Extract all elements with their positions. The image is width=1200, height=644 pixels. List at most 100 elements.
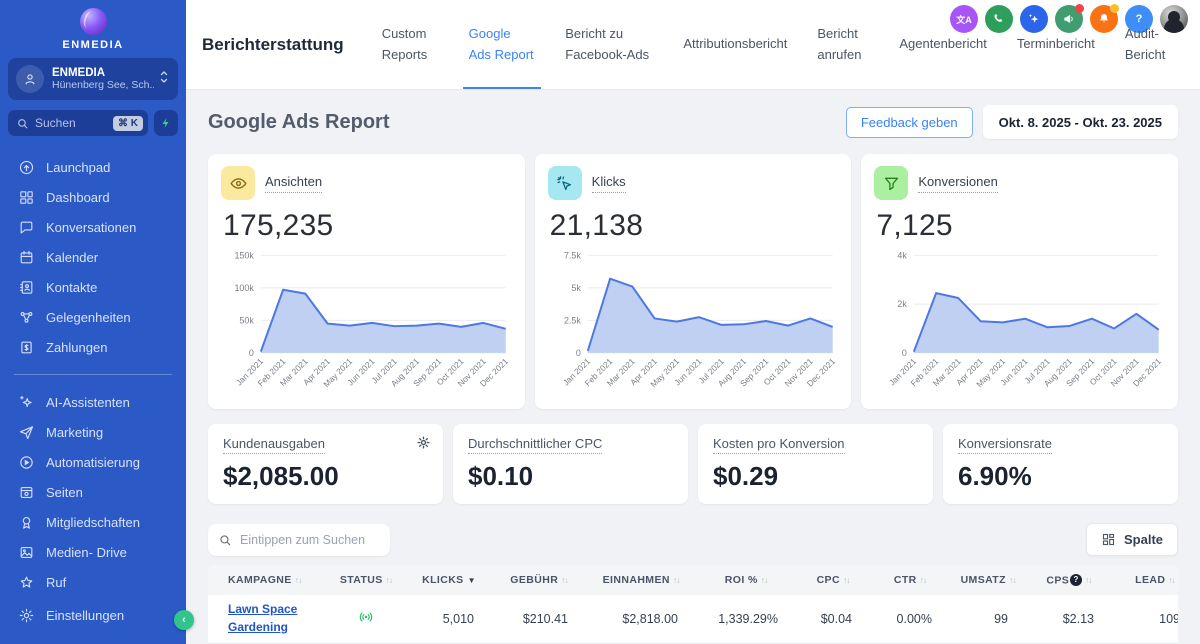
klicks-label[interactable]: Klicks	[592, 174, 626, 193]
feedback-button[interactable]: Feedback geben	[846, 107, 973, 138]
sort-icon: ↑↓	[1168, 575, 1175, 585]
sidebar-item-einstellungen[interactable]: Einstellungen	[0, 600, 186, 630]
tab-terminbericht[interactable]: Terminbericht	[1017, 0, 1095, 89]
sidebar-item-automatisierung[interactable]: Automatisierung	[0, 447, 186, 477]
svg-text:4k: 4k	[898, 250, 908, 260]
page-title: Google Ads Report	[208, 111, 389, 134]
sidebar-search-input[interactable]	[35, 116, 97, 130]
sidebar-item-konversationen[interactable]: Konversationen	[0, 212, 186, 242]
chevron-left-icon: ‹	[182, 614, 186, 626]
sidebar-item-kalender[interactable]: Kalender	[0, 242, 186, 272]
app-root: ENMEDIA ENMEDIA Hünenberg See, Sch... ⌘ …	[0, 0, 1200, 644]
sidebar-item-launchpad[interactable]: Launchpad	[0, 152, 186, 182]
quick-actions-button[interactable]	[154, 110, 178, 136]
konversionen-chart: 02k4kJan 2021Feb 2021Mar 2021Apr 2021May…	[874, 245, 1165, 403]
kosten-pro-konversion-card: Kosten pro Konversion $0.29	[698, 424, 933, 504]
sidebar-item-mitgliedschaften[interactable]: Mitgliedschaften	[0, 507, 186, 537]
brand-logo-icon	[80, 8, 107, 35]
sidebar-item-seiten[interactable]: Seiten	[0, 477, 186, 507]
account-switcher[interactable]: ENMEDIA Hünenberg See, Sch...	[8, 58, 178, 100]
konversionsrate-label[interactable]: Konversionsrate	[958, 436, 1052, 454]
svg-text:0: 0	[576, 348, 581, 358]
pages-icon	[17, 483, 35, 501]
lightning-bolt-icon	[160, 116, 172, 130]
sidebar-item-zahlungen[interactable]: Zahlungen	[0, 332, 186, 362]
column-gebuehr[interactable]: GEBÜHR↑↓	[492, 565, 586, 595]
tab-google-ads-report[interactable]: Google Ads Report	[469, 0, 536, 89]
campaign-link[interactable]: Lawn Space Gardening	[228, 601, 308, 636]
sort-icon: ↑↓	[1009, 575, 1016, 585]
table-search[interactable]	[208, 524, 390, 556]
tab-facebook-ads-report[interactable]: Bericht zu Facebook-Ads	[565, 0, 653, 89]
cpc-value: $0.10	[468, 461, 673, 492]
table-search-input[interactable]	[240, 533, 380, 547]
sort-icon: ↑↓	[295, 575, 302, 585]
kpi-charts-row: Ansichten 175,235 050k100k150kJan 2021Fe…	[208, 154, 1178, 409]
sort-icon: ↑↓	[673, 575, 680, 585]
sidebar-item-ai-assistenten[interactable]: AI-Assistenten	[0, 387, 186, 417]
column-lead[interactable]: LEAD↑↓	[1112, 565, 1178, 595]
sidebar-search[interactable]: ⌘ K	[8, 110, 148, 136]
tab-attributionsbericht[interactable]: Attributionsbericht	[683, 0, 787, 89]
kundenausgaben-label[interactable]: Kundenausgaben	[223, 436, 325, 454]
help-tooltip-icon[interactable]: ?	[1070, 574, 1082, 586]
column-kampagne[interactable]: KAMPAGNE↑↓	[208, 565, 326, 595]
sidebar-item-marketing[interactable]: Marketing	[0, 417, 186, 447]
ansichten-label[interactable]: Ansichten	[265, 174, 322, 193]
date-range-picker[interactable]: Okt. 8. 2025 - Okt. 23. 2025	[983, 105, 1178, 139]
sort-icon: ↑↓	[920, 575, 927, 585]
column-cps[interactable]: CPS?↑↓	[1026, 565, 1112, 595]
column-status[interactable]: STATUS↑↓	[326, 565, 406, 595]
membership-icon	[17, 513, 35, 531]
cell-einnahmen: $2,818.00	[586, 595, 696, 643]
settings-gear-icon[interactable]	[416, 435, 431, 455]
phone-button[interactable]	[985, 5, 1013, 33]
cell-status	[326, 595, 406, 643]
kosten-pro-konversion-label[interactable]: Kosten pro Konversion	[713, 436, 845, 454]
automation-icon	[17, 453, 35, 471]
sort-icon: ↑↓	[761, 575, 768, 585]
column-klicks[interactable]: KLICKS▼	[406, 565, 492, 595]
column-cpc[interactable]: CPC↑↓	[796, 565, 870, 595]
sidebar-item-ruf[interactable]: Ruf	[0, 567, 186, 597]
gear-icon	[17, 606, 35, 624]
sort-icon: ↑↓	[843, 575, 850, 585]
tab-bericht-anrufen[interactable]: Bericht anrufen	[817, 0, 869, 89]
top-header: 文A ? Berichterstattung	[186, 0, 1200, 90]
search-icon	[218, 533, 232, 547]
cpc-label[interactable]: Durchschnittlicher CPC	[468, 436, 602, 454]
tab-custom-reports[interactable]: Custom Reports	[382, 0, 439, 89]
columns-button[interactable]: Spalte	[1086, 523, 1178, 556]
phone-icon	[992, 12, 1006, 26]
sidebar-collapse-button[interactable]: ‹	[174, 610, 194, 630]
section-title: Berichterstattung	[202, 35, 344, 55]
konversionen-label[interactable]: Konversionen	[918, 174, 998, 193]
sort-icon: ↑↓	[386, 575, 393, 585]
kosten-pro-konversion-value: $0.29	[713, 461, 918, 492]
status-active-icon	[357, 609, 375, 625]
konversionen-total: 7,125	[876, 209, 1165, 243]
column-umsatz[interactable]: UMSATZ↑↓	[950, 565, 1026, 595]
ansichten-chart: 050k100k150kJan 2021Feb 2021Mar 2021Apr …	[221, 245, 512, 403]
svg-text:0: 0	[249, 348, 254, 358]
account-avatar-icon	[16, 65, 44, 93]
table-header-row: KAMPAGNE↑↓ STATUS↑↓ KLICKS▼ GEBÜHR↑↓ EIN…	[208, 565, 1178, 595]
column-ctr[interactable]: CTR↑↓	[870, 565, 950, 595]
tab-audit-bericht[interactable]: Audit-Bericht	[1125, 0, 1170, 89]
sidebar-item-dashboard[interactable]: Dashboard	[0, 182, 186, 212]
campaigns-table: KAMPAGNE↑↓ STATUS↑↓ KLICKS▼ GEBÜHR↑↓ EIN…	[208, 565, 1178, 644]
sidebar-item-gelegenheiten[interactable]: Gelegenheiten	[0, 302, 186, 332]
media-image-icon	[17, 543, 35, 561]
column-einnahmen[interactable]: EINNAHMEN↑↓	[586, 565, 696, 595]
sort-icon: ↑↓	[561, 575, 568, 585]
tab-agentenbericht[interactable]: Agentenbericht	[899, 0, 986, 89]
account-location: Hünenberg See, Sch...	[52, 79, 154, 91]
sidebar-item-medien-drive[interactable]: Medien- Drive	[0, 537, 186, 567]
column-roi[interactable]: ROI %↑↓	[696, 565, 796, 595]
sidebar-item-kontakte[interactable]: Kontakte	[0, 272, 186, 302]
eye-icon	[221, 166, 255, 200]
klicks-total: 21,138	[550, 209, 839, 243]
brand-logo: ENMEDIA	[0, 0, 186, 51]
cell-ctr: 0.00%	[870, 595, 950, 643]
konversionsrate-card: Konversionsrate 6.90%	[943, 424, 1178, 504]
